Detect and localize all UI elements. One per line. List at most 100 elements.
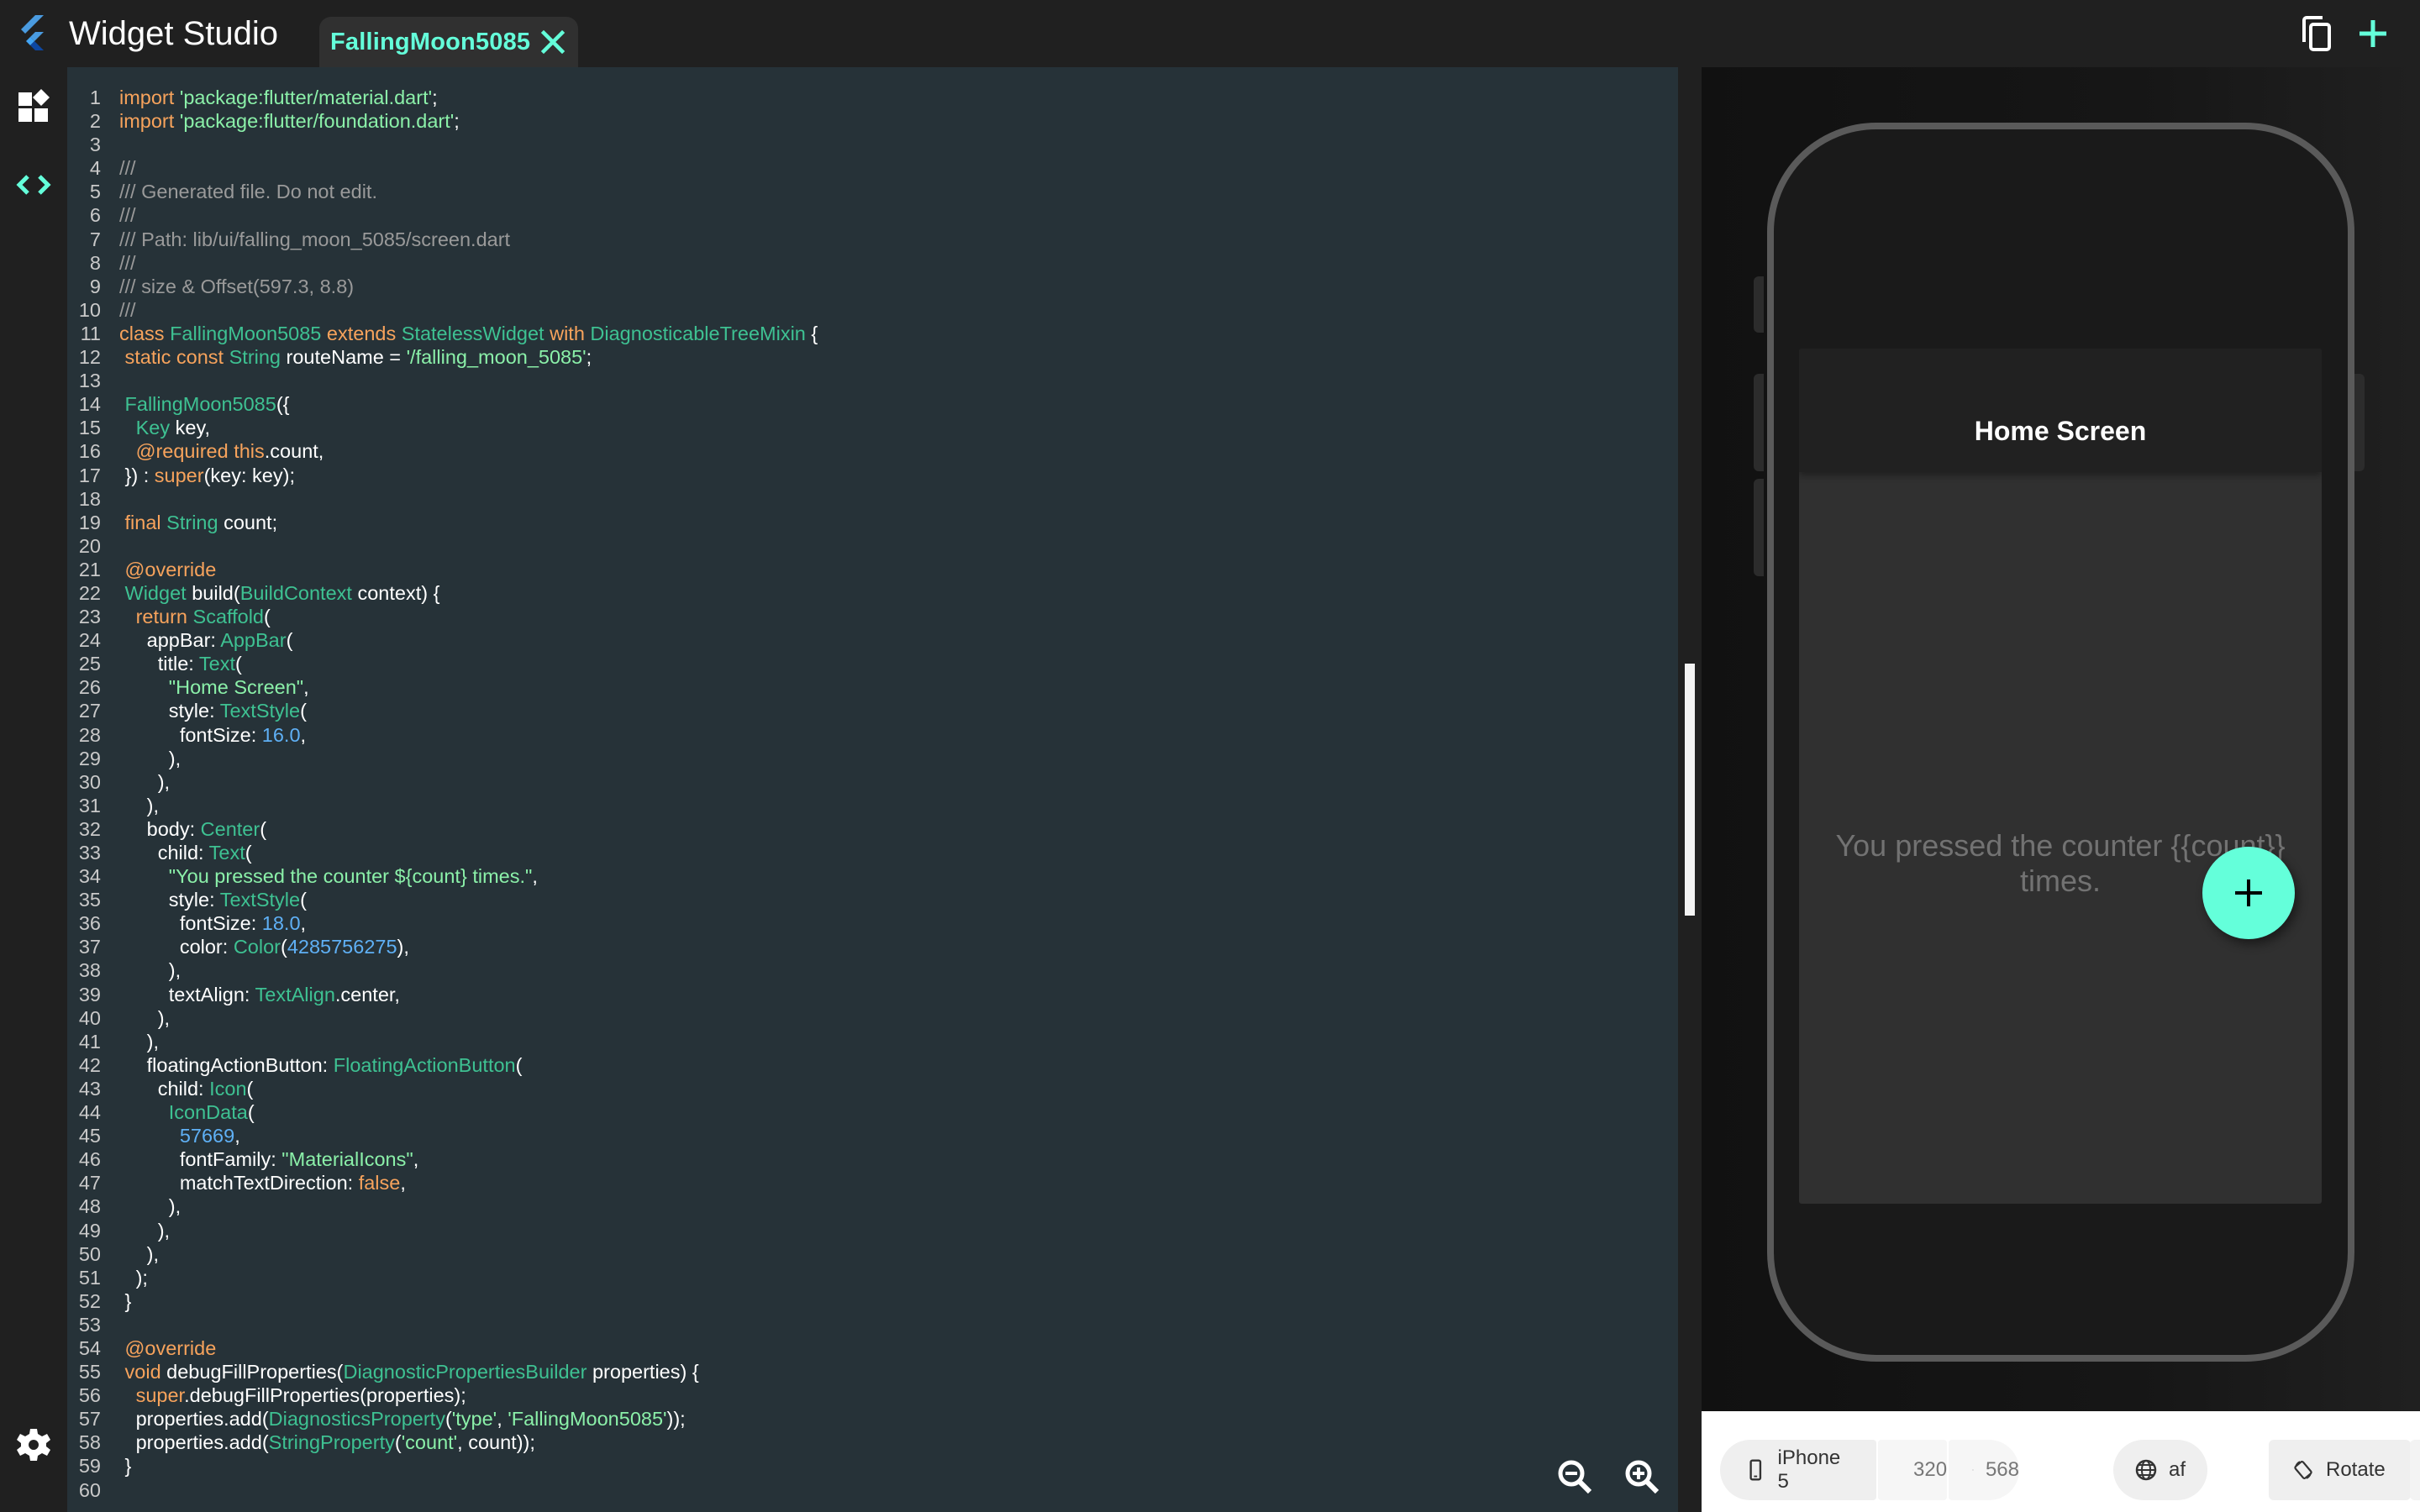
- device-select[interactable]: iPhone 5: [1720, 1440, 1876, 1500]
- code-line[interactable]: 19 final String count;: [67, 511, 1678, 534]
- code-line[interactable]: 47 matchTextDirection: false,: [67, 1171, 1678, 1194]
- code-line[interactable]: 3: [67, 133, 1678, 156]
- line-number: 39: [78, 983, 101, 1005]
- code-line[interactable]: 50 ),: [67, 1242, 1678, 1266]
- code-line[interactable]: 14 FallingMoon5085({: [67, 392, 1678, 416]
- code-line[interactable]: 53: [67, 1313, 1678, 1336]
- code-line[interactable]: 60: [67, 1478, 1678, 1502]
- code-line[interactable]: 40 ),: [67, 1006, 1678, 1030]
- line-number: 35: [78, 889, 101, 911]
- code-token: (: [245, 842, 252, 864]
- code-icon[interactable]: [13, 165, 54, 205]
- code-line[interactable]: 54 @override: [67, 1336, 1678, 1360]
- code-line[interactable]: 42 floatingActionButton: FloatingActionB…: [67, 1053, 1678, 1077]
- code-line[interactable]: 13: [67, 369, 1678, 392]
- code-line[interactable]: 8 ///: [67, 251, 1678, 275]
- floating-action-button[interactable]: [2202, 847, 2295, 939]
- code-line[interactable]: 59 }: [67, 1454, 1678, 1478]
- code-line[interactable]: 51 );: [67, 1266, 1678, 1289]
- code-token: ));: [666, 1408, 686, 1431]
- line-source: ),: [101, 1006, 170, 1030]
- code-token: ),: [119, 747, 182, 769]
- code-line[interactable]: 52 }: [67, 1289, 1678, 1313]
- code-token: ),: [119, 794, 159, 816]
- line-number: 44: [78, 1101, 101, 1124]
- code-line[interactable]: 38 ),: [67, 958, 1678, 982]
- code-line[interactable]: 49 ),: [67, 1219, 1678, 1242]
- code-line[interactable]: 36 fontSize: 18.0,: [67, 911, 1678, 935]
- line-source: );: [101, 1266, 148, 1289]
- code-token: BuildContext: [239, 581, 358, 604]
- code-line[interactable]: 21 @override: [67, 558, 1678, 581]
- width-field[interactable]: 320: [1878, 1440, 1947, 1500]
- zoom-out-icon[interactable]: [1555, 1457, 1597, 1499]
- code-line[interactable]: 24 appBar: AppBar(: [67, 628, 1678, 652]
- code-line[interactable]: 9 /// size & Offset(597.3, 8.8): [67, 275, 1678, 298]
- line-number: 31: [78, 794, 101, 816]
- height-field[interactable]: 568: [1949, 1440, 2019, 1500]
- code-line[interactable]: 41 ),: [67, 1030, 1678, 1053]
- code-token: 4285756275: [287, 936, 397, 958]
- code-line[interactable]: 18: [67, 487, 1678, 511]
- code-line[interactable]: 11 class FallingMoon5085 extends Stateles…: [67, 322, 1678, 345]
- line-source: appBar: AppBar(: [101, 628, 293, 652]
- code-lines[interactable]: 1 import 'package:flutter/material.dart';…: [67, 86, 1678, 1502]
- code-line[interactable]: 29 ),: [67, 747, 1678, 770]
- code-line[interactable]: 39 textAlign: TextAlign.center,: [67, 983, 1678, 1006]
- code-token: debugFillProperties(: [166, 1361, 344, 1383]
- code-line[interactable]: 17 }) : super(key: key);: [67, 464, 1678, 487]
- code-line[interactable]: 44 IconData(: [67, 1100, 1678, 1124]
- code-line[interactable]: 15 Key key,: [67, 416, 1678, 439]
- code-line[interactable]: 12 static const String routeName = '/fal…: [67, 345, 1678, 369]
- code-token: 16.0: [261, 723, 301, 746]
- gear-icon[interactable]: [13, 1425, 54, 1465]
- code-line[interactable]: 27 style: TextStyle(: [67, 699, 1678, 722]
- line-number: 57: [78, 1408, 101, 1431]
- code-line[interactable]: 28 fontSize: 16.0,: [67, 723, 1678, 747]
- code-line[interactable]: 4 ///: [67, 156, 1678, 180]
- code-line[interactable]: 16 @required this.count,: [67, 439, 1678, 463]
- copy-icon[interactable]: [2297, 12, 2341, 55]
- code-line[interactable]: 20: [67, 534, 1678, 558]
- line-source: child: Text(: [101, 841, 252, 864]
- code-line[interactable]: 31 ),: [67, 794, 1678, 817]
- code-line[interactable]: 43 child: Icon(: [67, 1077, 1678, 1100]
- code-line[interactable]: 48 ),: [67, 1194, 1678, 1218]
- code-line[interactable]: 33 child: Text(: [67, 841, 1678, 864]
- rotate-button[interactable]: Rotate: [2269, 1440, 2411, 1500]
- code-line[interactable]: 37 color: Color(4285756275),: [67, 935, 1678, 958]
- code-line[interactable]: 45 57669,: [67, 1124, 1678, 1147]
- code-editor[interactable]: 1 import 'package:flutter/material.dart';…: [67, 67, 1678, 1512]
- code-line[interactable]: 2 import 'package:flutter/foundation.dart…: [67, 109, 1678, 133]
- code-line[interactable]: 34 "You pressed the counter ${count} tim…: [67, 864, 1678, 888]
- code-line[interactable]: 26 "Home Screen",: [67, 675, 1678, 699]
- toolbar-overflow-button[interactable]: [2410, 1440, 2420, 1500]
- code-line[interactable]: 32 body: Center(: [67, 817, 1678, 841]
- code-line[interactable]: 25 title: Text(: [67, 652, 1678, 675]
- code-line[interactable]: 5 /// Generated file. Do not edit.: [67, 180, 1678, 203]
- plus-icon[interactable]: [2351, 12, 2395, 55]
- code-line[interactable]: 10 ///: [67, 298, 1678, 322]
- code-line[interactable]: 30 ),: [67, 770, 1678, 794]
- code-token: (: [286, 629, 293, 652]
- widgets-icon[interactable]: [13, 86, 54, 126]
- code-line[interactable]: 56 super.debugFillProperties(properties)…: [67, 1383, 1678, 1407]
- code-line[interactable]: 46 fontFamily: "MaterialIcons",: [67, 1147, 1678, 1171]
- splitter-handle[interactable]: [1685, 664, 1695, 916]
- tab-fallingmoon5085[interactable]: FallingMoon5085: [319, 17, 578, 67]
- code-line[interactable]: 22 Widget build(BuildContext context) {: [67, 581, 1678, 605]
- code-line[interactable]: 6 ///: [67, 203, 1678, 227]
- code-line[interactable]: 35 style: TextStyle(: [67, 888, 1678, 911]
- zoom-in-icon[interactable]: [1622, 1457, 1664, 1499]
- line-number: 16: [78, 440, 101, 463]
- locale-select[interactable]: af: [2113, 1440, 2208, 1500]
- code-line[interactable]: 7 /// Path: lib/ui/falling_moon_5085/scre…: [67, 228, 1678, 251]
- code-line[interactable]: 58 properties.add(StringProperty('count'…: [67, 1431, 1678, 1454]
- close-icon[interactable]: [540, 29, 566, 55]
- code-line[interactable]: 55 void debugFillProperties(DiagnosticPr…: [67, 1360, 1678, 1383]
- code-token: TextStyle: [219, 889, 301, 911]
- code-line[interactable]: 1 import 'package:flutter/material.dart';: [67, 86, 1678, 109]
- code-line[interactable]: 57 properties.add(DiagnosticsProperty('t…: [67, 1407, 1678, 1431]
- code-line[interactable]: 23 return Scaffold(: [67, 605, 1678, 628]
